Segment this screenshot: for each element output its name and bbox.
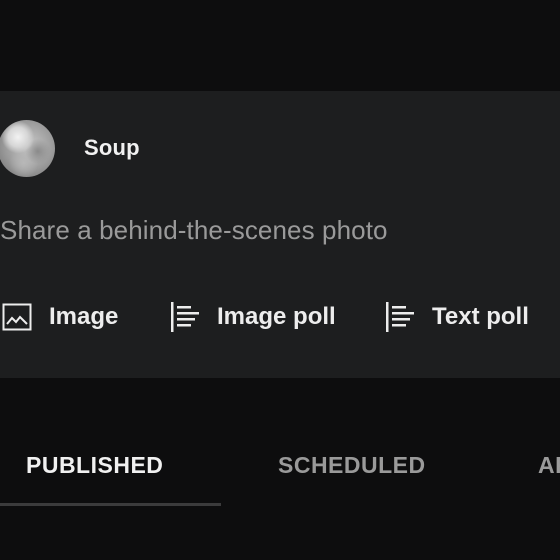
post-tabs: PUBLISHED SCHEDULED AR — [0, 438, 560, 508]
poll-icon — [383, 300, 417, 334]
channel-name: Soup — [84, 135, 140, 160]
tab-published[interactable]: PUBLISHED — [26, 438, 163, 492]
text-poll-button[interactable]: Text poll — [383, 297, 529, 337]
text-poll-button-label: Text poll — [432, 303, 529, 330]
poll-icon — [168, 300, 202, 334]
selected-tab-indicator — [0, 503, 221, 506]
community-page: Soup Share a behind-the-scenes photo Ima… — [0, 0, 560, 560]
image-button[interactable]: Image — [0, 297, 118, 337]
avatar[interactable] — [0, 120, 55, 177]
image-poll-button-label: Image poll — [217, 303, 336, 330]
post-composer: Soup Share a behind-the-scenes photo Ima… — [0, 91, 560, 378]
tab-archived[interactable]: AR — [538, 438, 560, 492]
post-prompt[interactable]: Share a behind-the-scenes photo — [0, 215, 388, 246]
tab-scheduled[interactable]: SCHEDULED — [278, 438, 426, 492]
image-icon — [0, 300, 34, 334]
image-poll-button[interactable]: Image poll — [168, 297, 336, 337]
image-button-label: Image — [49, 303, 119, 330]
